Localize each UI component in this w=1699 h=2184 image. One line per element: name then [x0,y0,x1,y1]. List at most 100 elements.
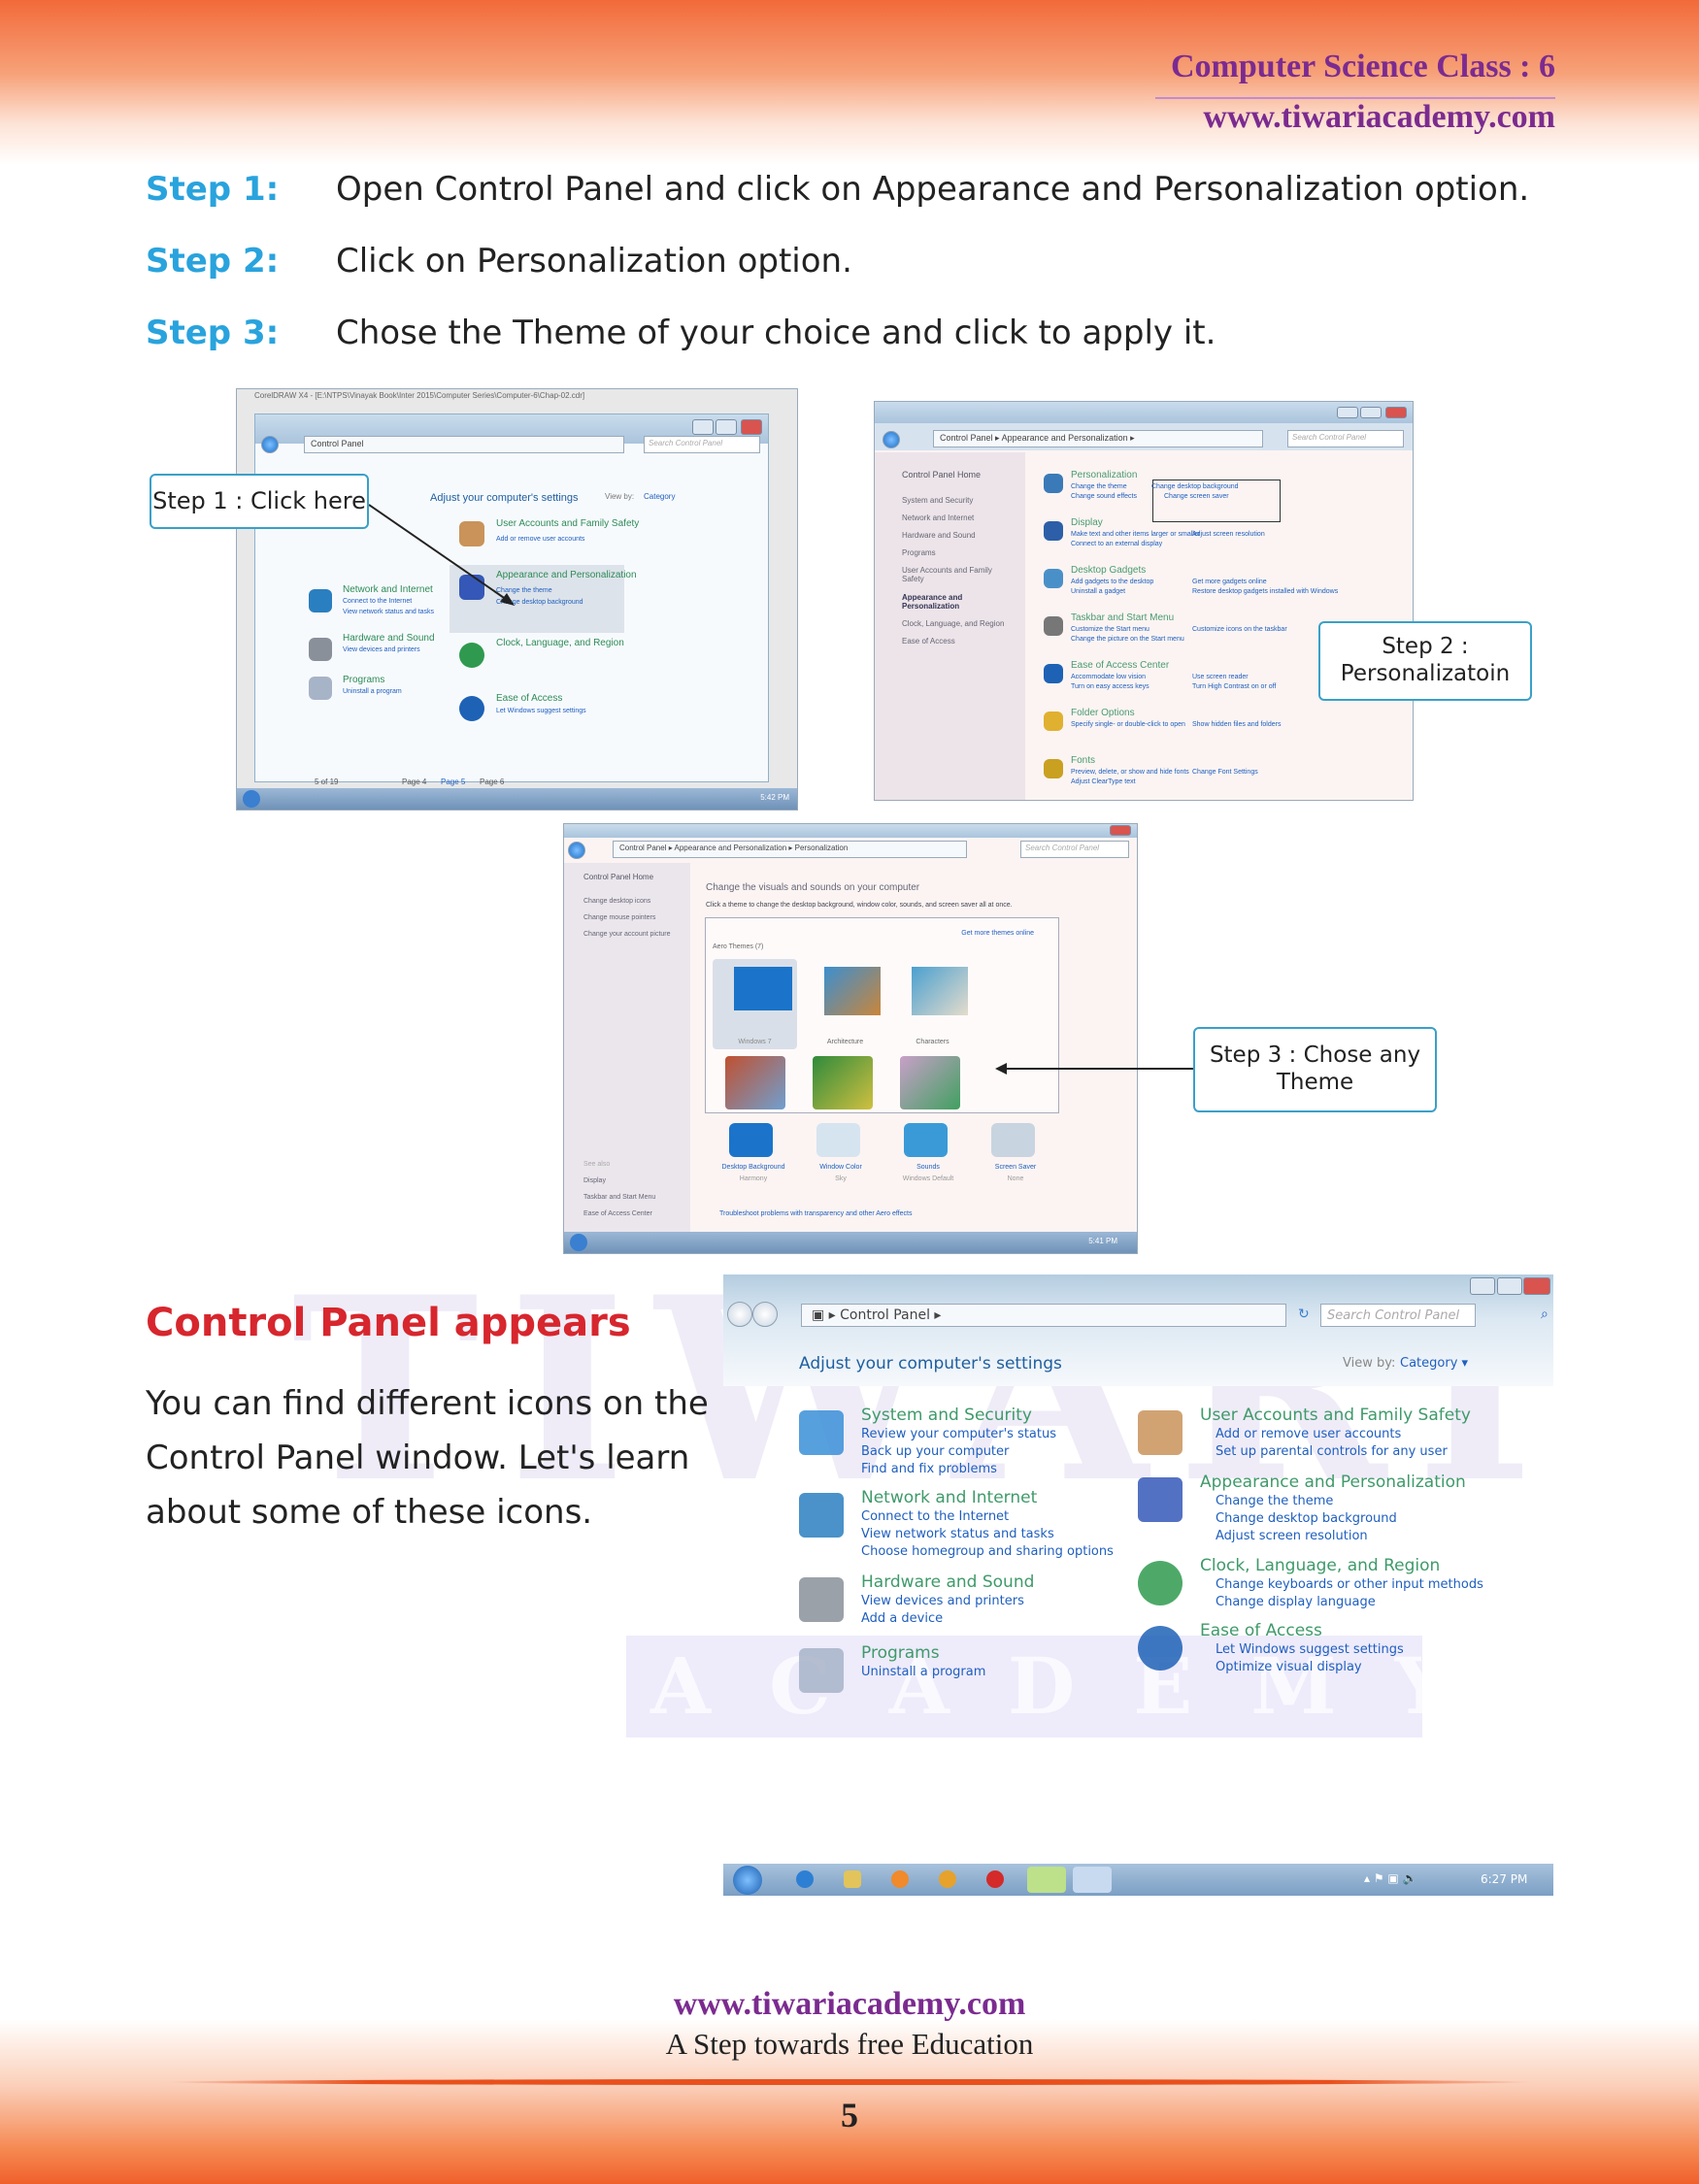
theme-thumbnail[interactable] [900,1056,960,1109]
category-link[interactable]: Let Windows suggest settings [1216,1642,1404,1657]
close-button[interactable] [1523,1277,1550,1295]
sounds-icon[interactable] [904,1123,948,1157]
header-website-link[interactable]: www.tiwariacademy.com [1203,99,1555,136]
breadcrumb-item[interactable]: Appearance and Personalization [675,844,787,852]
maximize-button[interactable] [1360,407,1382,418]
section-link[interactable]: Change the picture on the Start menu [1071,636,1184,643]
category-programs[interactable]: Programs [343,675,384,685]
category-link[interactable]: Add or remove user accounts [1216,1427,1401,1441]
more-themes-link[interactable]: Get more themes online [961,930,1034,937]
category-title[interactable]: Ease of Access [1200,1621,1322,1640]
close-button[interactable] [741,419,762,435]
see-also-link[interactable]: Display [583,1177,606,1184]
setting-label[interactable]: Sounds [889,1164,967,1171]
section-link[interactable]: Turn on easy access keys [1071,683,1149,690]
refresh-icon[interactable]: ↻ [1298,1307,1310,1322]
category-link[interactable]: Optimize visual display [1216,1660,1362,1674]
page-tab-active[interactable]: Page 5 [441,778,465,786]
setting-label[interactable]: Window Color [802,1164,880,1171]
maximize-button[interactable] [1497,1277,1522,1295]
search-input[interactable]: Search Control Panel [644,436,760,453]
section-link[interactable]: Uninstall a gadget [1071,588,1125,595]
category-ease-of-access[interactable]: Ease of Access [496,693,562,704]
back-button[interactable] [568,842,585,859]
category-link[interactable]: Connect to the Internet [861,1509,1009,1524]
sidebar-item-active[interactable]: Appearance and Personalization [902,593,1009,611]
start-button[interactable] [733,1866,762,1895]
section-link[interactable]: Add gadgets to the desktop [1071,579,1153,585]
theme-characters[interactable]: Characters [890,959,975,1049]
section-link[interactable]: Use screen reader [1192,674,1249,680]
category-clock[interactable]: Clock, Language, and Region [496,638,624,648]
category-link[interactable]: Back up your computer [861,1444,1009,1459]
section-link[interactable]: Customize the Start menu [1071,626,1149,633]
sidebar-item[interactable]: Control Panel Home [583,873,653,881]
category-link[interactable]: Set up parental controls for any user [1216,1444,1448,1459]
category-hardware[interactable]: Hardware and Sound [343,633,435,644]
theme-architecture[interactable]: Architecture [803,959,887,1049]
page-tab[interactable]: Page 4 [402,778,426,786]
screen-saver-icon[interactable] [991,1123,1035,1157]
section-link[interactable]: Customize icons on the taskbar [1192,626,1287,633]
see-also-link[interactable]: Ease of Access Center [583,1210,652,1217]
section-link[interactable]: Change Font Settings [1192,769,1258,776]
sidebar-item[interactable]: Change desktop icons [583,898,650,905]
page-tab[interactable]: Page 6 [480,778,504,786]
see-also-link[interactable]: Taskbar and Start Menu [583,1194,655,1201]
category-link[interactable]: Choose homegroup and sharing options [861,1544,1114,1559]
back-button[interactable] [261,436,279,453]
chrome-icon[interactable] [939,1870,956,1888]
category-title[interactable]: Network and Internet [861,1488,1037,1507]
close-button[interactable] [1385,407,1407,418]
section-link[interactable]: Change desktop background [1151,483,1239,490]
minimize-button[interactable] [692,419,714,435]
section-link[interactable]: Restore desktop gadgets installed with W… [1192,588,1338,595]
tray-icons[interactable]: ▴ ⚑ ▣ 🔈 [1364,1871,1417,1885]
section-link[interactable]: Adjust screen resolution [1192,531,1265,538]
back-button[interactable] [883,431,900,448]
section-link[interactable]: Get more gadgets online [1192,579,1267,585]
sidebar-item[interactable]: User Accounts and Family Safety [902,566,1009,583]
start-button[interactable] [570,1234,587,1251]
section-title[interactable]: Display [1071,517,1103,528]
breadcrumb-item[interactable]: Personalization [795,844,849,852]
search-input[interactable]: Search Control Panel [1020,841,1129,858]
section-title[interactable]: Taskbar and Start Menu [1071,612,1174,623]
category-link[interactable]: Change the theme [1216,1494,1333,1508]
category-link[interactable]: Find and fix problems [861,1462,997,1476]
folder-icon[interactable] [844,1870,861,1888]
sidebar-item[interactable]: Ease of Access [902,637,955,645]
section-title[interactable]: Fonts [1071,755,1095,766]
opera-icon[interactable] [986,1870,1004,1888]
category-title[interactable]: Hardware and Sound [861,1572,1034,1592]
category-link[interactable]: View devices and printers [861,1594,1024,1608]
sidebar-item[interactable]: Network and Internet [902,513,974,522]
category-title[interactable]: System and Security [861,1406,1032,1425]
section-title[interactable]: Desktop Gadgets [1071,565,1146,576]
section-link[interactable]: Show hidden files and folders [1192,721,1281,728]
minimize-button[interactable] [1337,407,1358,418]
section-link[interactable]: Adjust ClearType text [1071,778,1136,785]
breadcrumb-item[interactable]: Control Panel [619,844,666,852]
maximize-button[interactable] [716,419,737,435]
coreldraw-taskbar-button[interactable] [1027,1867,1066,1893]
sidebar-item[interactable]: Change mouse pointers [583,914,655,921]
theme-windows7[interactable]: Windows 7 [713,959,797,1049]
category-link[interactable]: Change display language [1216,1595,1376,1609]
breadcrumb-item[interactable]: Control Panel [940,433,993,443]
section-link[interactable]: Turn High Contrast on or off [1192,683,1276,690]
view-by-dropdown[interactable]: Category ▾ [1400,1356,1468,1371]
theme-thumbnail[interactable] [813,1056,873,1109]
search-input[interactable]: Search Control Panel [1320,1304,1476,1327]
view-by-dropdown[interactable]: Category [644,492,675,501]
sidebar-item[interactable]: Clock, Language, and Region [902,619,1004,628]
footer-website-link[interactable]: www.tiwariacademy.com [0,1986,1699,2023]
address-bar[interactable]: Control Panel ▸ Appearance and Personali… [613,841,967,858]
link[interactable]: Let Windows suggest settings [496,708,586,714]
section-link[interactable]: Change screen saver [1164,493,1229,500]
back-button[interactable] [727,1302,752,1327]
link[interactable]: Uninstall a program [343,688,402,695]
sidebar-item[interactable]: Change your account picture [583,931,671,938]
address-bar[interactable]: ▣ ▸ Control Panel ▸ [801,1304,1286,1327]
media-player-icon[interactable] [891,1870,909,1888]
